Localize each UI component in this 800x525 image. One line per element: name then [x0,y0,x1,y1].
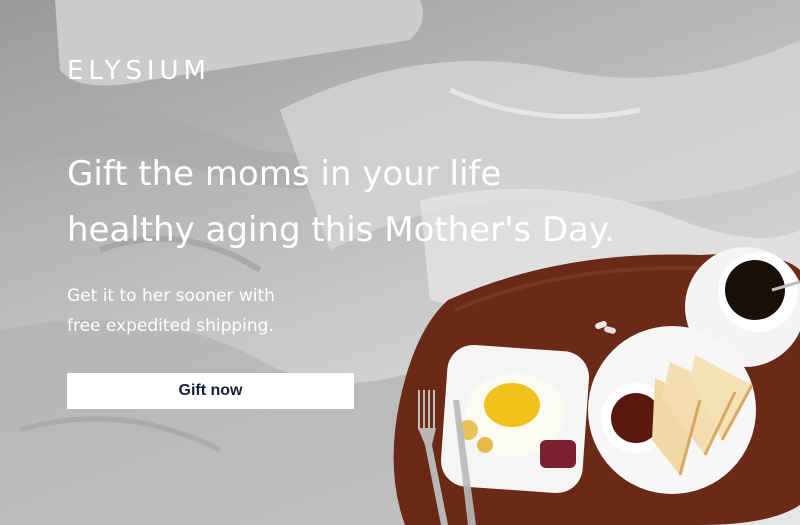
promo-banner: ELYSIUM Gift the moms in your life healt… [0,0,800,525]
headline: Gift the moms in your life healthy aging… [67,146,667,258]
brand-logo[interactable]: ELYSIUM [67,56,211,86]
bacon [540,440,576,468]
headline-line: healthy aging this Mother's Day. [67,210,616,250]
headline-line: Gift the moms in your life [67,154,502,194]
subheadline: Get it to her sooner with free expedited… [67,281,387,341]
subheadline-line: free expedited shipping. [67,316,274,336]
subheadline-line: Get it to her sooner with [67,286,275,306]
gift-now-button[interactable]: Gift now [67,373,354,409]
